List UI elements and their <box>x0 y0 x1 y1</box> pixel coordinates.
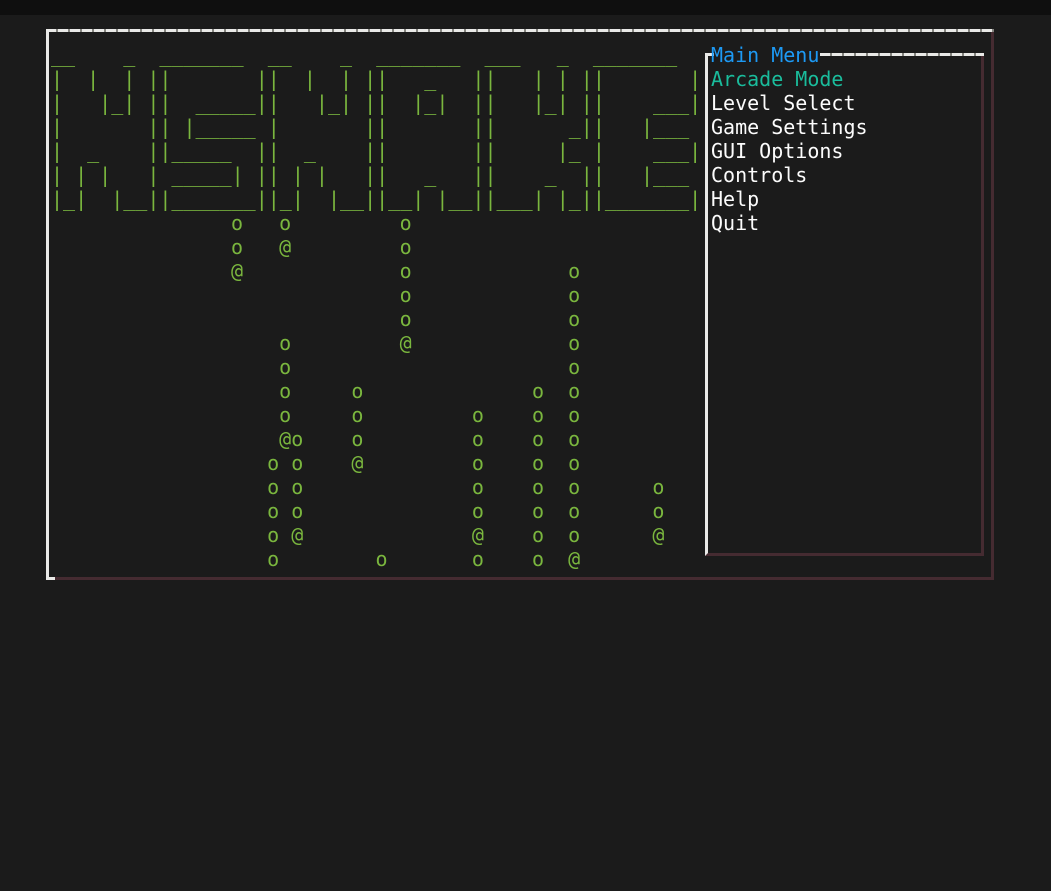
menu-item-arcade-mode[interactable]: Arcade Mode <box>711 67 843 91</box>
menu-item-controls[interactable]: Controls <box>711 163 807 187</box>
menu-item-level-select[interactable]: Level Select <box>711 91 856 115</box>
game-border-corner <box>46 577 55 580</box>
menu-item-quit[interactable]: Quit <box>711 211 759 235</box>
menu-item-gui-options[interactable]: GUI Options <box>711 139 843 163</box>
terminal-top-strip <box>0 0 1051 15</box>
menu-border-top-line <box>820 53 984 56</box>
game-border-top-line <box>46 29 994 32</box>
snake-decoration-ascii: o o o o @ o @ o o o o o o o @ o o o o o <box>231 211 664 571</box>
menu-item-game-settings[interactable]: Game Settings <box>711 115 868 139</box>
menu-item-help[interactable]: Help <box>711 187 759 211</box>
nsnake-logo-ascii: __ _ _______ __ _ _______ ___ _ _______ … <box>51 43 701 211</box>
menu-title: Main Menu <box>711 43 819 67</box>
